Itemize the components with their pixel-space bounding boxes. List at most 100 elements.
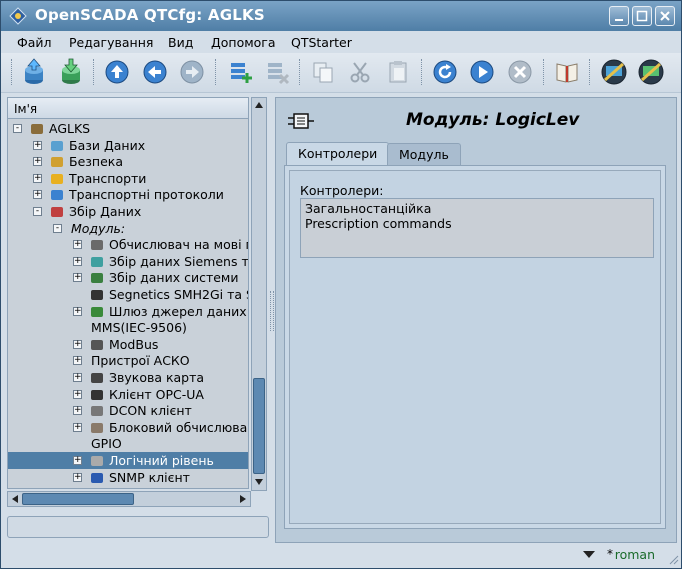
cut-button[interactable]	[345, 57, 375, 87]
expand-icon[interactable]: +	[73, 256, 82, 266]
expand-icon[interactable]: +	[33, 190, 42, 200]
menu-item[interactable]: Вид	[168, 35, 193, 50]
tab-module[interactable]: Модуль	[387, 143, 461, 165]
controllers-list[interactable]: Загальностанційка Prescription commands	[300, 198, 654, 258]
scroll-right-icon[interactable]	[236, 492, 250, 506]
back-button[interactable]	[140, 57, 170, 87]
expand-icon[interactable]: +	[73, 422, 82, 432]
start-icon	[470, 60, 494, 84]
start-button[interactable]	[467, 57, 497, 87]
tree-item[interactable]: + Транспорти	[8, 170, 248, 187]
save-db-button[interactable]	[56, 57, 86, 87]
expand-icon[interactable]: +	[73, 339, 82, 349]
collapse-icon[interactable]: -	[33, 207, 42, 216]
tree-item[interactable]: + SNMP клієнт	[8, 469, 248, 486]
tree-item-label: Бази Даних	[69, 137, 146, 153]
horizontal-scroll-thumb[interactable]	[22, 493, 134, 505]
tree-item[interactable]: + Обчислювач на мові п	[8, 236, 248, 253]
module-icon	[288, 113, 314, 129]
tree-item[interactable]: + ModBus	[8, 336, 248, 353]
manual-icon	[556, 63, 578, 83]
collapse-icon[interactable]: -	[53, 223, 62, 233]
tree-item[interactable]: GPIO	[8, 435, 248, 452]
menu-item[interactable]: Редагування	[69, 35, 153, 50]
menu-item[interactable]: Файл	[17, 35, 52, 50]
collapse-icon[interactable]: -	[13, 124, 22, 133]
delete-item-icon	[268, 63, 290, 85]
add-item-button[interactable]	[225, 57, 255, 87]
close-button[interactable]	[655, 6, 675, 26]
expand-icon[interactable]: +	[73, 273, 82, 283]
tree-item[interactable]: - Модуль:	[8, 220, 248, 237]
tree-item[interactable]: + Клієнт OPC-UA	[8, 386, 248, 403]
minimize-button[interactable]	[609, 6, 629, 26]
user-name[interactable]: roman	[615, 547, 655, 562]
tree-item[interactable]: + Збір даних Siemens та	[8, 253, 248, 270]
manual-button[interactable]	[552, 57, 582, 87]
tree-item[interactable]: + Логічний рівень	[8, 452, 248, 469]
siemens-icon	[91, 256, 103, 267]
tree-item[interactable]: +Модуль DEN...	[8, 485, 248, 489]
tree-item-label: Segnetics SMH2Gi та S	[109, 287, 249, 302]
expand-icon[interactable]: +	[73, 240, 82, 250]
tree-item[interactable]: + Блоковий обчислювач	[8, 419, 248, 436]
tree-horizontal-scrollbar[interactable]	[7, 491, 251, 507]
tree-item[interactable]: Segnetics SMH2Gi та S	[8, 286, 248, 303]
toolbar-separator	[299, 59, 300, 85]
tree-item[interactable]: + Безпека	[8, 153, 248, 170]
cfg-button[interactable]	[599, 57, 629, 87]
toolbar-separator	[543, 59, 544, 85]
forward-button[interactable]	[177, 57, 207, 87]
tree-item[interactable]: + DCON клієнт	[8, 402, 248, 419]
tree-item[interactable]: - Збір Даних	[8, 203, 248, 220]
tree-vertical-scrollbar[interactable]	[251, 97, 267, 491]
list-item[interactable]: Загальностанційка	[305, 201, 649, 216]
expand-icon[interactable]: +	[33, 140, 42, 150]
scroll-up-icon[interactable]	[252, 98, 266, 112]
refresh-button[interactable]	[430, 57, 460, 87]
expand-icon[interactable]: +	[73, 306, 82, 316]
expand-icon[interactable]: +	[73, 373, 82, 382]
tree-item[interactable]: + Збір даних системи	[8, 269, 248, 286]
vertical-scroll-thumb[interactable]	[253, 378, 265, 474]
expand-icon[interactable]: +	[73, 472, 82, 482]
tree-item[interactable]: - AGLKS	[8, 120, 248, 137]
up-button[interactable]	[102, 57, 132, 87]
tree-item[interactable]: + Пристрої АСКО	[8, 352, 248, 369]
scroll-left-icon[interactable]	[8, 492, 22, 506]
expand-icon[interactable]: +	[33, 157, 42, 167]
tree-item[interactable]: + Транспортні протоколи	[8, 186, 248, 203]
tree-item[interactable]: + Шлюз джерел даних	[8, 303, 248, 320]
expand-icon[interactable]: +	[73, 406, 82, 416]
tree-item[interactable]: + Бази Даних	[8, 137, 248, 154]
maximize-button[interactable]	[632, 6, 652, 26]
menu-item[interactable]: Допомога	[211, 35, 276, 50]
status-dropdown-icon[interactable]	[583, 551, 595, 558]
tree-item[interactable]: + Звукова карта	[8, 369, 248, 386]
db-save-icon	[62, 58, 80, 84]
openscada-app-icon	[9, 7, 27, 25]
stop-button[interactable]	[505, 57, 535, 87]
load-db-button[interactable]	[19, 57, 49, 87]
paste-button[interactable]	[383, 57, 413, 87]
list-item[interactable]: Prescription commands	[305, 216, 649, 231]
title-bar[interactable]: OpenSCADA QTCfg: AGLKS	[1, 1, 681, 31]
expand-icon[interactable]: +	[73, 356, 82, 366]
tree-item-label: Шлюз джерел даних	[109, 303, 247, 319]
cfg2-button[interactable]	[636, 57, 666, 87]
delete-item-button[interactable]	[262, 57, 292, 87]
panel-splitter-handle[interactable]	[270, 291, 274, 331]
expand-icon[interactable]: +	[33, 173, 42, 183]
menu-item[interactable]: QTStarter	[291, 35, 352, 50]
expand-icon[interactable]: +	[73, 389, 82, 399]
tree-item[interactable]: MMS(IEC-9506)	[8, 319, 248, 336]
resize-grip-icon[interactable]	[667, 553, 679, 565]
tree-column-header[interactable]: Ім'я	[7, 97, 249, 119]
copy-button[interactable]	[308, 57, 338, 87]
expand-icon[interactable]: +	[73, 456, 82, 465]
generic-icon	[89, 486, 105, 489]
scroll-down-icon[interactable]	[252, 475, 266, 489]
navigation-tree[interactable]: - AGLKS + Бази Даних + Безпека + Транспорти + Тра…	[7, 119, 249, 489]
tab-controllers[interactable]: Контролери	[286, 142, 390, 166]
cfg-icon	[601, 59, 627, 85]
